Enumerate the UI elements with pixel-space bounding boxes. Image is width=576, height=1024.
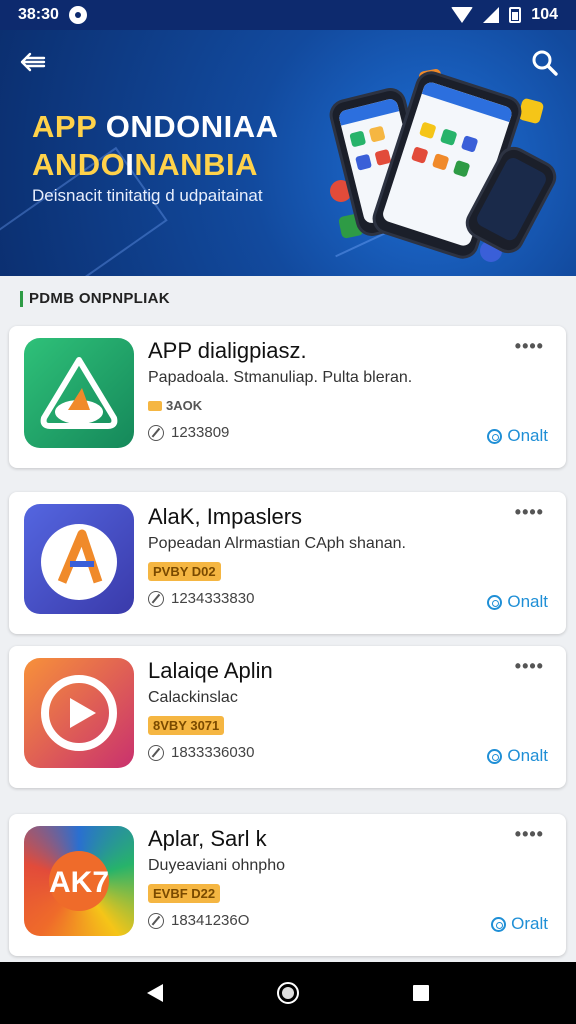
app-badge: PVBY D02 bbox=[148, 562, 221, 581]
phone-tile bbox=[349, 130, 367, 148]
more-icon: •••• bbox=[514, 502, 544, 522]
app-name: AlaK, Impaslers bbox=[148, 504, 303, 529]
hero-subtitle: Deisnacit tinitatig d udpaitainat bbox=[32, 186, 263, 205]
phone-app-bar bbox=[421, 80, 514, 123]
phone-tile bbox=[355, 153, 373, 171]
section-accent-bar bbox=[20, 290, 23, 307]
svg-text:AK7: AK7 bbox=[49, 866, 109, 899]
more-icon: •••• bbox=[514, 336, 544, 356]
nav-home-icon[interactable] bbox=[277, 982, 299, 1004]
install-label: Onalt bbox=[507, 426, 548, 445]
app-badge: 8VBY 3071 bbox=[148, 716, 225, 735]
phone-app-bar bbox=[337, 97, 400, 126]
app-name: APP dialigpiasz. bbox=[148, 338, 307, 363]
app-icon: AK7 bbox=[24, 826, 134, 936]
count-label: 1233809 bbox=[171, 424, 230, 441]
hero-title: APP ONDONIAA ANDOINANBIA bbox=[32, 108, 279, 184]
back-button[interactable] bbox=[18, 50, 48, 74]
install-label: Oralt bbox=[511, 914, 548, 933]
more-options-button[interactable]: •••• bbox=[515, 502, 544, 523]
install-button[interactable]: Oralt bbox=[491, 914, 548, 934]
install-icon bbox=[487, 428, 503, 444]
phone-tile bbox=[439, 128, 458, 146]
battery-level: 104 bbox=[531, 6, 558, 23]
app-badge: EVBF D22 bbox=[148, 884, 221, 903]
more-options-button[interactable]: •••• bbox=[515, 656, 544, 677]
install-icon bbox=[491, 916, 507, 932]
install-button[interactable]: Onalt bbox=[487, 592, 548, 612]
phone-tile bbox=[452, 159, 471, 178]
count-label: 1234333830 bbox=[171, 590, 255, 607]
signal-icon bbox=[483, 7, 500, 23]
app-card[interactable]: APP dialigpiasz. Papadoala. Stmanuliap. … bbox=[9, 326, 566, 468]
install-label: Onalt bbox=[507, 592, 548, 611]
notification-icon bbox=[68, 6, 87, 24]
app-description: Papadoala. Stmanuliap. Pulta bleran. bbox=[148, 369, 413, 386]
download-icon bbox=[148, 424, 164, 441]
hero-banner: APP ONDONIAA ANDOINANBIA Deisnacit tinit… bbox=[0, 30, 576, 276]
play-logo-icon bbox=[41, 675, 117, 751]
count-label: 1833336030 bbox=[171, 744, 255, 761]
app-card[interactable]: AK7 Aplar, Sarl k Duyeaviani ohnpho EVBF… bbox=[9, 814, 566, 956]
color-wheel-logo-icon: AK7 bbox=[49, 851, 109, 911]
install-button[interactable]: Onalt bbox=[487, 426, 548, 446]
phone-tile bbox=[418, 121, 437, 140]
phone-tile bbox=[410, 146, 429, 164]
app-icon bbox=[24, 338, 134, 448]
battery-icon bbox=[509, 7, 522, 23]
app-card[interactable]: Lalaiqe Aplin Calackinslac 8VBY 3071 183… bbox=[9, 646, 566, 788]
more-icon: •••• bbox=[514, 656, 544, 676]
download-icon bbox=[148, 744, 164, 761]
download-count: 18341236O bbox=[148, 912, 249, 929]
download-count: 1833336030 bbox=[148, 744, 254, 761]
nav-back-icon[interactable] bbox=[147, 984, 163, 1002]
phone-tile bbox=[431, 153, 450, 171]
install-icon bbox=[487, 594, 503, 610]
status-left: 38:30 bbox=[18, 6, 87, 24]
triangle-logo-icon bbox=[40, 357, 118, 429]
phone-tile bbox=[460, 135, 479, 153]
app-card[interactable]: AlaK, Impaslers Popeadan Alrmastian CAph… bbox=[9, 492, 566, 634]
count-label: 18341236O bbox=[171, 912, 250, 929]
app-icon bbox=[24, 658, 134, 768]
more-options-button[interactable]: •••• bbox=[515, 824, 544, 845]
more-icon: •••• bbox=[514, 824, 544, 844]
install-icon bbox=[487, 748, 503, 764]
app-description: Popeadan Alrmastian CAph shanan. bbox=[148, 535, 406, 552]
download-icon bbox=[148, 590, 164, 607]
a-logo-icon bbox=[41, 524, 117, 600]
arrow-left-icon bbox=[20, 52, 46, 72]
tag-icon bbox=[148, 401, 162, 411]
status-time: 38:30 bbox=[18, 6, 59, 23]
app-description: Duyeaviani ohnpho bbox=[148, 857, 285, 874]
app-name: Aplar, Sarl k bbox=[148, 826, 267, 851]
install-label: Onalt bbox=[507, 746, 548, 765]
status-bar: 38:30 104 bbox=[0, 0, 576, 30]
hero-title-part: APP bbox=[32, 109, 106, 144]
install-button[interactable]: Onalt bbox=[487, 746, 548, 766]
section-title: PDMB ONPNPLIAK bbox=[29, 290, 170, 307]
app-description: Calackinslac bbox=[148, 689, 238, 706]
more-options-button[interactable]: •••• bbox=[515, 336, 544, 357]
hero-title-part: ANDO bbox=[32, 147, 126, 182]
download-count: 1234333830 bbox=[148, 590, 254, 607]
phone-tile bbox=[368, 125, 386, 143]
phones-illustration bbox=[320, 67, 562, 270]
download-count: 1233809 bbox=[148, 424, 229, 441]
nav-recents-icon[interactable] bbox=[413, 985, 429, 1001]
section-header: PDMB ONPNPLIAK bbox=[20, 290, 170, 307]
system-nav-bar bbox=[0, 962, 576, 1024]
app-badge: 3AOK bbox=[148, 396, 202, 415]
status-right: 104 bbox=[451, 6, 558, 24]
wifi-icon bbox=[451, 7, 474, 23]
hero-title-part: NANBIA bbox=[134, 147, 258, 182]
download-icon bbox=[148, 912, 164, 929]
app-icon bbox=[24, 504, 134, 614]
badge-label: 3AOK bbox=[166, 398, 203, 413]
hero-title-part: ONDONIAA bbox=[105, 109, 279, 144]
app-name: Lalaiqe Aplin bbox=[148, 658, 273, 683]
